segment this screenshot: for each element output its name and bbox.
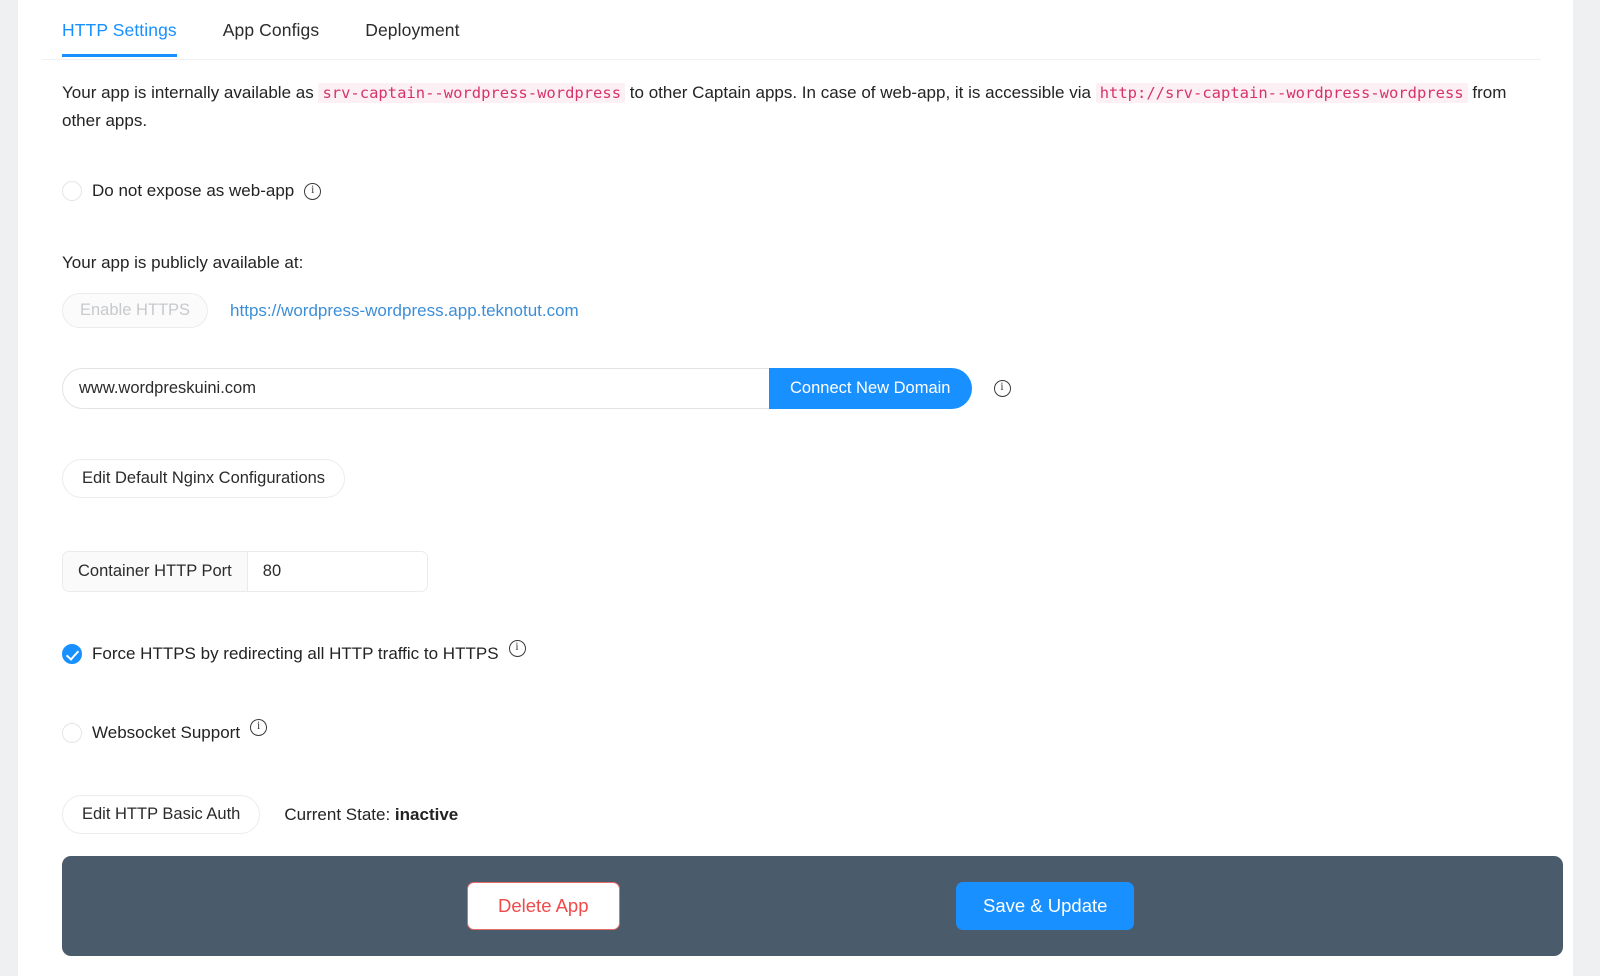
save-and-update-button[interactable]: Save & Update [956, 882, 1135, 930]
force-https-label: Force HTTPS by redirecting all HTTP traf… [92, 644, 499, 663]
do-not-expose-label: Do not expose as web-app [92, 181, 295, 200]
settings-tab-bar: HTTP Settings App Configs Deployment [18, 0, 1573, 60]
action-footer-bar: Delete App Save & Update [62, 856, 1563, 956]
connect-domain-row: Connect New Domain i [62, 368, 1541, 409]
internal-service-name-code: srv-captain--wordpress-wordpress [318, 83, 626, 103]
force-https-row[interactable]: Force HTTPS by redirecting all HTTP traf… [62, 640, 1541, 664]
enable-https-row: Enable HTTPS https://wordpress-wordpress… [62, 293, 1541, 328]
do-not-expose-info-icon[interactable]: i [304, 182, 322, 200]
public-app-url-link[interactable]: https://wordpress-wordpress.app.teknotut… [230, 301, 579, 321]
edit-http-basic-auth-button[interactable]: Edit HTTP Basic Auth [62, 795, 261, 834]
edit-default-nginx-configurations-button[interactable]: Edit Default Nginx Configurations [62, 459, 346, 498]
app-settings-page: HTTP Settings App Configs Deployment You… [18, 0, 1573, 976]
websocket-support-info-icon[interactable]: i [250, 719, 268, 736]
container-http-port-input[interactable] [247, 552, 427, 591]
delete-app-button[interactable]: Delete App [467, 882, 620, 930]
tab-deployment[interactable]: Deployment [365, 0, 459, 57]
http-basic-auth-row: Edit HTTP Basic Auth Current State: inac… [62, 795, 1541, 834]
page-right-gutter [1573, 0, 1600, 976]
tab-deployment-label: Deployment [365, 20, 460, 40]
basic-auth-state: Current State: inactive [284, 805, 458, 825]
basic-auth-state-value: inactive [394, 804, 459, 824]
websocket-support-checkbox[interactable] [62, 723, 82, 743]
tab-app-configs-label: App Configs [222, 20, 320, 40]
container-http-port-group: Container HTTP Port [62, 551, 428, 592]
tab-http-settings-label: HTTP Settings [62, 20, 177, 40]
new-domain-input[interactable] [62, 368, 769, 409]
connect-domain-info-icon[interactable]: i [993, 380, 1011, 397]
container-http-port-label: Container HTTP Port [63, 552, 248, 591]
websocket-support-row[interactable]: Websocket Support i [62, 719, 1541, 743]
connect-new-domain-button[interactable]: Connect New Domain [769, 368, 972, 409]
do-not-expose-checkbox[interactable] [62, 181, 82, 201]
basic-auth-state-prefix: Current State: [284, 804, 391, 824]
tab-app-configs[interactable]: App Configs [223, 0, 319, 57]
description-part-1: Your app is internally available as [62, 83, 314, 102]
tab-http-settings[interactable]: HTTP Settings [62, 0, 177, 57]
http-settings-body: Your app is internally available as srv-… [18, 79, 1573, 834]
websocket-support-label: Websocket Support [92, 723, 241, 742]
domain-input-group: Connect New Domain [62, 368, 972, 409]
force-https-checkbox[interactable] [62, 644, 82, 664]
do-not-expose-row[interactable]: Do not expose as web-app i [62, 181, 1541, 201]
public-availability-label: Your app is publicly available at: [62, 253, 304, 272]
description-part-2: to other Captain apps. In case of web-ap… [629, 83, 1091, 102]
enable-https-button[interactable]: Enable HTTPS [62, 293, 209, 328]
internal-service-url-code: http://srv-captain--wordpress-wordpress [1095, 83, 1468, 103]
force-https-info-icon[interactable]: i [508, 640, 526, 657]
internal-availability-description: Your app is internally available as srv-… [62, 79, 1524, 135]
